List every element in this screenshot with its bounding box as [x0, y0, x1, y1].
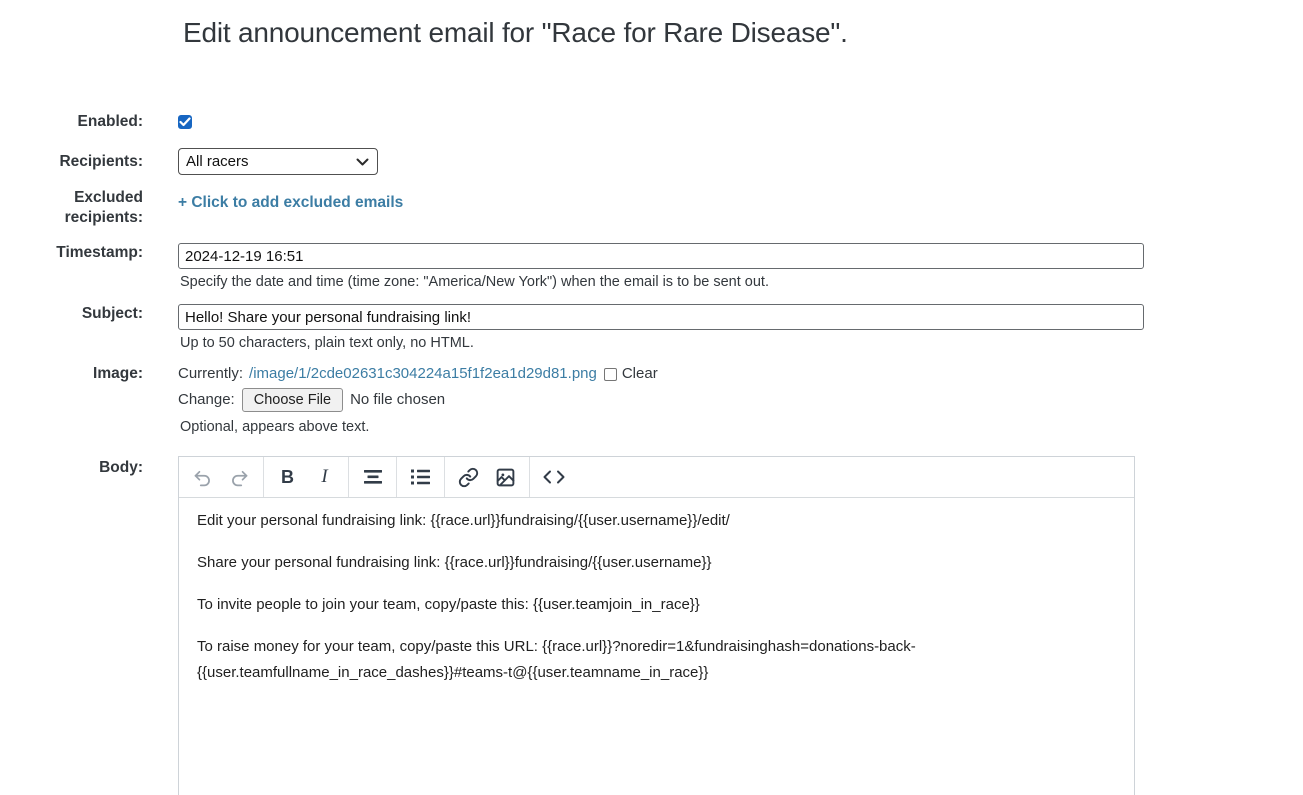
image-help-text: Optional, appears above text.	[178, 417, 1303, 437]
align-center-button[interactable]	[354, 461, 391, 493]
undo-button[interactable]	[184, 461, 221, 493]
insert-link-button[interactable]	[450, 461, 487, 493]
timestamp-label: Timestamp:	[0, 243, 143, 263]
check-icon	[179, 117, 191, 127]
code-view-button[interactable]	[535, 461, 572, 493]
timestamp-help-text: Specify the date and time (time zone: "A…	[178, 274, 1303, 290]
choose-file-button[interactable]: Choose File	[242, 388, 343, 412]
timestamp-input[interactable]	[178, 243, 1144, 269]
italic-button[interactable]: I	[306, 461, 343, 493]
subject-input[interactable]	[178, 304, 1144, 330]
currently-label: Currently:	[178, 364, 243, 384]
clear-checkbox[interactable]	[604, 368, 617, 381]
subject-help-text: Up to 50 characters, plain text only, no…	[178, 335, 1303, 351]
body-paragraph: To raise money for your team, copy/paste…	[197, 634, 1116, 686]
body-editor-content[interactable]: Edit your personal fundraising link: {{r…	[179, 498, 1134, 712]
announcement-email-form: Enabled: Recipients: All racers Excluded…	[0, 112, 1303, 795]
body-paragraph: Share your personal fundraising link: {{…	[197, 550, 1116, 576]
code-icon	[542, 468, 566, 486]
image-icon	[495, 467, 516, 488]
body-paragraph: To invite people to join your team, copy…	[197, 592, 1116, 618]
no-file-chosen-label: No file chosen	[350, 390, 445, 410]
redo-icon	[229, 467, 250, 488]
recipients-select[interactable]: All racers	[178, 148, 378, 175]
page-title: Edit announcement email for "Race for Ra…	[183, 14, 1303, 52]
bold-button[interactable]: B	[269, 461, 306, 493]
align-center-icon	[362, 467, 384, 487]
enabled-checkbox[interactable]	[178, 115, 192, 129]
add-excluded-emails-link[interactable]: + Click to add excluded emails	[178, 188, 403, 212]
body-rich-text-editor: B I	[178, 456, 1135, 795]
insert-image-button[interactable]	[487, 461, 524, 493]
body-paragraph: Edit your personal fundraising link: {{r…	[197, 508, 1116, 534]
editor-toolbar: B I	[179, 457, 1134, 498]
change-label: Change:	[178, 390, 235, 410]
image-label: Image:	[0, 364, 143, 384]
current-image-link[interactable]: /image/1/2cde02631c304224a15f1f2ea1d29d8…	[249, 364, 597, 384]
undo-icon	[192, 467, 213, 488]
recipients-label: Recipients:	[0, 148, 143, 172]
excluded-recipients-label: Excluded recipients:	[0, 188, 143, 228]
body-label: Body:	[0, 456, 143, 478]
redo-button[interactable]	[221, 461, 258, 493]
enabled-label: Enabled:	[0, 112, 143, 132]
bullet-list-button[interactable]	[402, 461, 439, 493]
link-icon	[458, 467, 479, 488]
bullet-list-icon	[410, 467, 431, 487]
subject-label: Subject:	[0, 304, 143, 324]
clear-label: Clear	[622, 364, 658, 384]
